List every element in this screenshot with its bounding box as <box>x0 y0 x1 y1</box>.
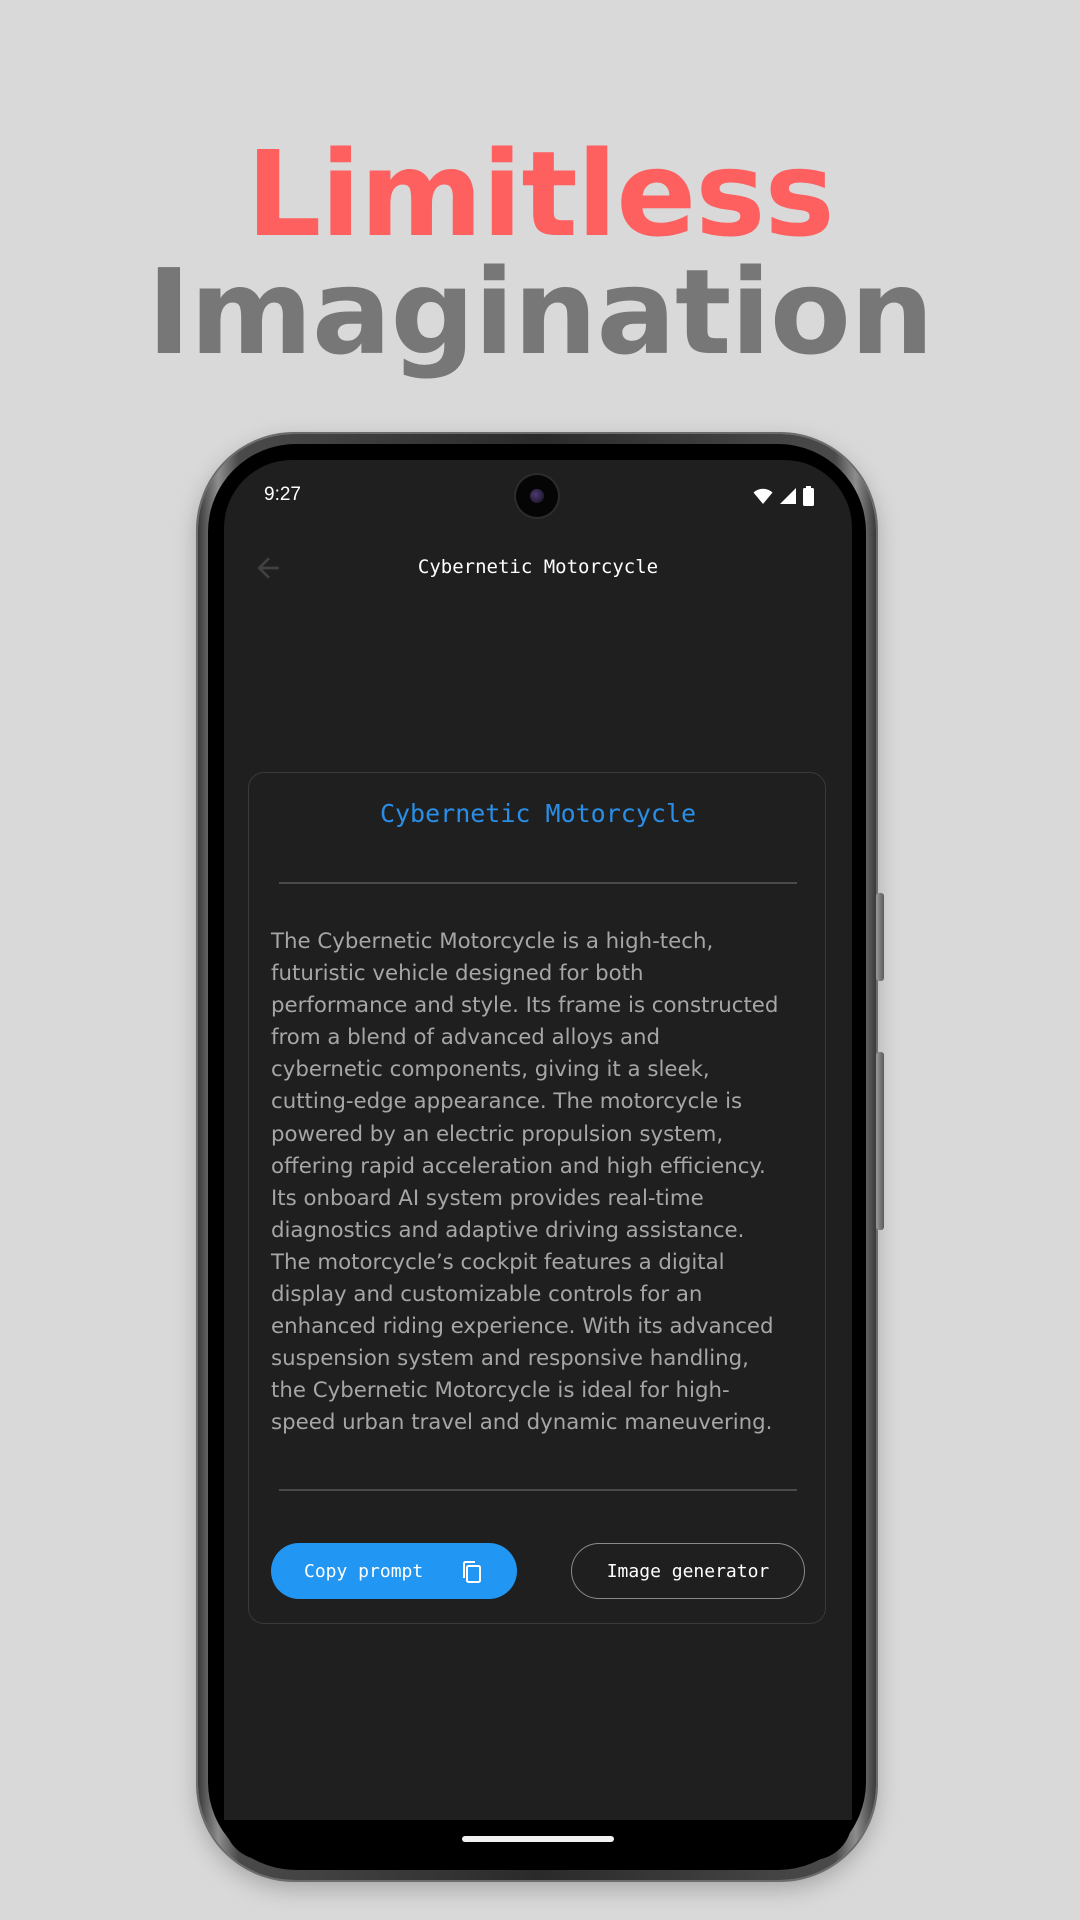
phone-screen: 9:27 Cybernetic Motorcycle Cybernetic Mo… <box>224 460 852 1820</box>
status-icons <box>753 486 814 506</box>
divider-top <box>279 882 797 884</box>
prompt-description: The Cybernetic Motorcycle is a high-tech… <box>271 929 779 1436</box>
status-time: 9:27 <box>264 484 301 505</box>
card-title: Cybernetic Motorcycle <box>379 799 697 828</box>
wifi-icon <box>753 488 773 504</box>
power-button <box>876 1052 884 1230</box>
front-camera <box>516 475 558 517</box>
copy-prompt-button[interactable]: Copy prompt <box>271 1543 517 1599</box>
signal-icon <box>780 488 796 504</box>
headline-limitless: Limitless <box>246 125 834 263</box>
home-indicator[interactable] <box>462 1836 614 1842</box>
image-generator-button[interactable]: Image generator <box>571 1543 805 1599</box>
battery-icon <box>803 486 814 506</box>
divider-bottom <box>279 1489 797 1491</box>
volume-button <box>876 893 884 981</box>
copy-prompt-label: Copy prompt <box>304 1560 424 1582</box>
prompt-card: Cybernetic Motorcycle The Cybernetic Mot… <box>248 772 826 1624</box>
app-bar-title: Cybernetic Motorcycle <box>417 556 659 578</box>
copy-icon <box>463 1561 481 1583</box>
headline-imagination: Imagination <box>147 243 934 381</box>
image-generator-label: Image generator <box>606 1560 770 1582</box>
